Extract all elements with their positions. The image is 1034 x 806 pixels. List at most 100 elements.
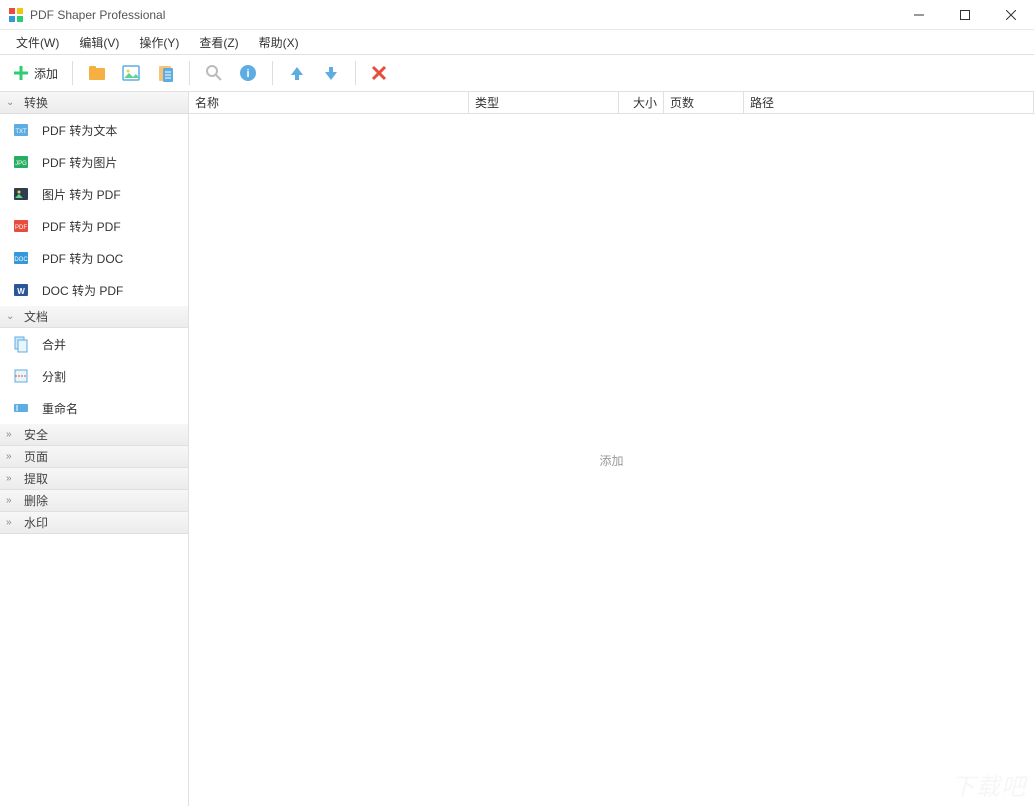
split-icon [12, 367, 30, 385]
image-icon [121, 63, 141, 83]
col-path[interactable]: 路径 [744, 92, 1034, 113]
move-up-button[interactable] [281, 58, 313, 88]
sidebar-item-doc-to-pdf[interactable]: W DOC 转为 PDF [0, 274, 188, 306]
title-bar: PDF Shaper Professional [0, 0, 1034, 30]
empty-placeholder: 添加 [599, 452, 623, 469]
col-name[interactable]: 名称 [189, 92, 469, 113]
menu-bar: 文件(W) 编辑(V) 操作(Y) 查看(Z) 帮助(X) [0, 30, 1034, 54]
chevron-down-icon: ⌄ [6, 97, 18, 108]
col-type[interactable]: 类型 [469, 92, 619, 113]
rename-icon [12, 399, 30, 417]
close-button[interactable] [988, 0, 1034, 30]
menu-help[interactable]: 帮助(X) [249, 32, 309, 53]
chevron-right-icon: » [6, 495, 18, 506]
paste-button[interactable] [149, 58, 181, 88]
toolbar-separator [355, 61, 356, 85]
sidebar-category-watermark[interactable]: » 水印 [0, 512, 188, 534]
pdf-icon: PDF [12, 217, 30, 235]
add-folder-button[interactable] [81, 58, 113, 88]
sidebar-category-convert[interactable]: ⌄ 转换 [0, 92, 188, 114]
toolbar: 添加 i [0, 54, 1034, 92]
jpg-icon: JPG [12, 153, 30, 171]
add-label: 添加 [34, 65, 58, 82]
clipboard-icon [155, 63, 175, 83]
sidebar-item-pdf-to-pdf[interactable]: PDF PDF 转为 PDF [0, 210, 188, 242]
item-label: 重命名 [42, 400, 78, 417]
merge-icon [12, 335, 30, 353]
menu-edit[interactable]: 编辑(V) [69, 32, 129, 53]
category-label: 页面 [24, 448, 48, 465]
sidebar-item-merge[interactable]: 合并 [0, 328, 188, 360]
add-button[interactable]: 添加 [6, 58, 64, 88]
toolbar-separator [272, 61, 273, 85]
menu-action[interactable]: 操作(Y) [129, 32, 189, 53]
sidebar-category-document[interactable]: ⌄ 文档 [0, 306, 188, 328]
sidebar-item-pdf-to-image[interactable]: JPG PDF 转为图片 [0, 146, 188, 178]
arrow-down-icon [321, 63, 341, 83]
info-icon: i [238, 63, 258, 83]
x-icon [370, 64, 388, 82]
image-file-icon [12, 185, 30, 203]
toolbar-separator [189, 61, 190, 85]
item-label: DOC 转为 PDF [42, 282, 123, 299]
chevron-right-icon: » [6, 473, 18, 484]
col-size[interactable]: 大小 [619, 92, 664, 113]
svg-text:TXT: TXT [15, 129, 27, 135]
item-label: 合并 [42, 336, 66, 353]
toolbar-separator [72, 61, 73, 85]
chevron-right-icon: » [6, 429, 18, 440]
doc-icon: DOC [12, 249, 30, 267]
minimize-button[interactable] [896, 0, 942, 30]
menu-file[interactable]: 文件(W) [6, 32, 69, 53]
chevron-right-icon: » [6, 517, 18, 528]
file-list[interactable]: 添加 [189, 114, 1034, 806]
menu-view[interactable]: 查看(Z) [189, 32, 248, 53]
sidebar-item-image-to-pdf[interactable]: 图片 转为 PDF [0, 178, 188, 210]
search-button[interactable] [198, 58, 230, 88]
content-area: 名称 类型 大小 页数 路径 添加 [189, 92, 1034, 806]
item-label: PDF 转为 DOC [42, 250, 123, 267]
sidebar-category-delete[interactable]: » 删除 [0, 490, 188, 512]
item-label: 分割 [42, 368, 66, 385]
svg-text:JPG: JPG [15, 161, 27, 167]
sidebar-category-extract[interactable]: » 提取 [0, 468, 188, 490]
svg-text:i: i [246, 68, 249, 80]
item-label: 图片 转为 PDF [42, 186, 121, 203]
plus-icon [12, 64, 30, 82]
add-image-button[interactable] [115, 58, 147, 88]
app-icon [8, 7, 24, 23]
maximize-button[interactable] [942, 0, 988, 30]
sidebar-category-pages[interactable]: » 页面 [0, 446, 188, 468]
svg-text:W: W [17, 287, 25, 296]
info-button[interactable]: i [232, 58, 264, 88]
sidebar-category-security[interactable]: » 安全 [0, 424, 188, 446]
remove-button[interactable] [364, 58, 394, 88]
category-label: 提取 [24, 470, 48, 487]
sidebar-item-split[interactable]: 分割 [0, 360, 188, 392]
item-label: PDF 转为 PDF [42, 218, 121, 235]
window-title: PDF Shaper Professional [30, 8, 896, 22]
svg-text:DOC: DOC [14, 257, 28, 263]
txt-icon: TXT [12, 121, 30, 139]
list-header: 名称 类型 大小 页数 路径 [189, 92, 1034, 114]
search-icon [204, 63, 224, 83]
item-label: PDF 转为图片 [42, 154, 117, 171]
sidebar-item-pdf-to-doc[interactable]: DOC PDF 转为 DOC [0, 242, 188, 274]
category-label: 安全 [24, 426, 48, 443]
arrow-up-icon [287, 63, 307, 83]
move-down-button[interactable] [315, 58, 347, 88]
col-pages[interactable]: 页数 [664, 92, 744, 113]
category-label: 删除 [24, 492, 48, 509]
sidebar-item-pdf-to-text[interactable]: TXT PDF 转为文本 [0, 114, 188, 146]
chevron-down-icon: ⌄ [6, 311, 18, 322]
sidebar: ⌄ 转换 TXT PDF 转为文本 JPG PDF 转为图片 图片 转为 PDF… [0, 92, 189, 806]
chevron-right-icon: » [6, 451, 18, 462]
category-label: 水印 [24, 514, 48, 531]
word-icon: W [12, 281, 30, 299]
item-label: PDF 转为文本 [42, 122, 117, 139]
category-label: 转换 [24, 94, 48, 111]
svg-text:PDF: PDF [15, 225, 27, 231]
category-label: 文档 [24, 308, 48, 325]
sidebar-item-rename[interactable]: 重命名 [0, 392, 188, 424]
workspace: ⌄ 转换 TXT PDF 转为文本 JPG PDF 转为图片 图片 转为 PDF… [0, 92, 1034, 806]
